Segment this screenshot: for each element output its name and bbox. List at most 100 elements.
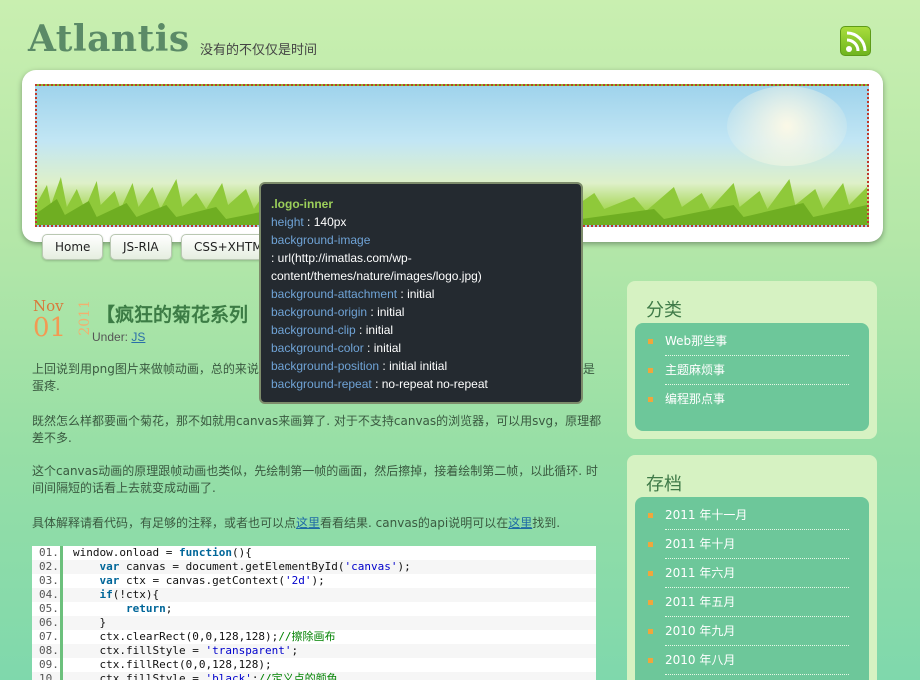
code-line: 04. if(!ctx){ xyxy=(32,588,596,602)
code-line: 03. var ctx = canvas.getContext('2d'); xyxy=(32,574,596,588)
result-link[interactable]: 这里 xyxy=(296,516,320,530)
api-doc-link[interactable]: 这里 xyxy=(508,516,532,530)
archive-item[interactable]: 2010 年九月 xyxy=(648,617,849,646)
category-item[interactable]: Web那些事 xyxy=(648,327,849,356)
tooltip-selector: .logo-inner xyxy=(271,197,333,211)
paragraph-4-text-a: 具体解释请看代码，有足够的注释，或者也可以点 xyxy=(32,516,297,530)
archive-label: 2010 年九月 xyxy=(665,624,736,638)
tooltip-row: background-position : initial initial xyxy=(271,359,448,373)
tooltip-value: initial xyxy=(377,305,405,319)
code-line-number: 05. xyxy=(32,602,63,616)
tooltip-row: background-repeat : no-repeat no-repeat xyxy=(271,377,488,391)
archive-label: 2011 年五月 xyxy=(665,595,736,609)
bullet-icon xyxy=(648,600,653,605)
category-label: 主题麻烦事 xyxy=(665,363,726,377)
code-line-source: var ctx = canvas.getContext('2d'); xyxy=(99,574,325,587)
code-line: 02. var canvas = document.getElementById… xyxy=(32,560,596,574)
code-block: 01. window.onload = function(){02. var ca… xyxy=(32,546,596,680)
tooltip-value: initial xyxy=(407,287,435,301)
post-paragraph-4: 具体解释请看代码，有足够的注释，或者也可以点这里看看结果. canvas的api… xyxy=(32,515,604,532)
archives-title: 存档 xyxy=(646,474,682,495)
tooltip-property: height xyxy=(271,215,304,229)
categories-list: Web那些事 主题麻烦事 编程那点事 xyxy=(635,323,869,431)
archive-label: 2011 年十月 xyxy=(665,537,736,551)
tooltip-value: initial xyxy=(365,323,394,337)
post-category-link[interactable]: JS xyxy=(131,330,145,344)
tooltip-row: : url(http://imatlas.com/wp- xyxy=(271,251,412,265)
category-item[interactable]: 编程那点事 xyxy=(648,385,849,414)
tooltip-row: background-image xyxy=(271,231,571,249)
bullet-icon xyxy=(648,339,653,344)
tooltip-value: 140px xyxy=(313,215,347,229)
inspector-tooltip: .logo-inner height : 140px background-ima… xyxy=(259,182,583,404)
code-line-number: 06. xyxy=(32,616,63,630)
bullet-icon xyxy=(648,629,653,634)
archive-item[interactable]: 2011 年十月 xyxy=(648,530,849,559)
code-line-number: 10. xyxy=(32,672,63,680)
archive-item[interactable]: 2010 年八月 xyxy=(648,646,849,675)
archive-item[interactable]: 2011 年六月 xyxy=(648,559,849,588)
code-line: 08. ctx.fillStyle = 'transparent'; xyxy=(32,644,596,658)
tooltip-property: background-origin xyxy=(271,305,368,319)
paragraph-4-text-b: 看看结果. canvas的api说明可以在 xyxy=(320,516,509,530)
tooltip-value: url(http://imatlas.com/wp- xyxy=(277,251,412,265)
bullet-icon xyxy=(648,542,653,547)
archive-label: 2011 年六月 xyxy=(665,566,736,580)
archive-label: 2010 年八月 xyxy=(665,653,736,667)
bullet-icon xyxy=(648,658,653,663)
tooltip-value: initial initial xyxy=(389,359,448,373)
category-label: Web那些事 xyxy=(665,334,728,348)
bullet-icon xyxy=(648,513,653,518)
code-line-number: 01. xyxy=(32,546,63,560)
code-line-number: 04. xyxy=(32,588,63,602)
code-line-number: 07. xyxy=(32,630,63,644)
code-line-number: 08. xyxy=(32,644,63,658)
archive-item[interactable]: 2011 年十一月 xyxy=(648,501,849,530)
tooltip-value: no-repeat no-repeat xyxy=(381,377,488,391)
sidebar-categories-widget: 分类 Web那些事 主题麻烦事 编程那点事 xyxy=(627,281,877,439)
banner-sun-glow xyxy=(727,86,847,166)
post-date-year: 2011 xyxy=(77,300,93,336)
tooltip-row: background-attachment : initial xyxy=(271,287,435,301)
tooltip-property: background-color xyxy=(271,341,364,355)
code-line-number: 09. xyxy=(32,658,63,672)
nav-home-button[interactable]: Home xyxy=(42,234,104,260)
tooltip-row: height : 140px xyxy=(271,215,347,229)
bullet-icon xyxy=(648,368,653,373)
code-line: 06. } xyxy=(32,616,596,630)
tooltip-property: background-attachment xyxy=(271,287,398,301)
tooltip-row: background-color : initial xyxy=(271,341,402,355)
tooltip-row: content/themes/nature/images/logo.jpg) xyxy=(271,267,571,285)
tooltip-property: background-clip xyxy=(271,323,356,337)
post-paragraph-2: 既然怎么样都要画个菊花，那不如就用canvas来画算了. 对于不支持canvas… xyxy=(32,414,602,445)
archive-label: 2011 年十一月 xyxy=(665,508,748,522)
bullet-icon xyxy=(648,571,653,576)
category-item[interactable]: 主题麻烦事 xyxy=(648,356,849,385)
code-line-source: ctx.fillRect(0,0,128,128); xyxy=(73,658,272,671)
code-line: 10. ctx.fillStyle = 'black';//定义点的颜色 xyxy=(32,672,596,680)
rss-icon[interactable] xyxy=(840,26,871,56)
code-line-number: 02. xyxy=(32,560,63,574)
tooltip-rows: height : 140px background-image : url(http… xyxy=(271,213,571,393)
code-line-source: return; xyxy=(125,602,173,615)
tooltip-value: initial xyxy=(373,341,402,355)
tooltip-value: content/themes/nature/images/logo.jpg) xyxy=(271,269,482,283)
code-line: 09. ctx.fillRect(0,0,128,128); xyxy=(32,658,596,672)
code-line-source: window.onload = function(){ xyxy=(73,546,252,559)
code-line-source: ctx.fillStyle = 'black';//定义点的颜色 xyxy=(73,672,338,680)
code-line-source: var canvas = document.getElementById('ca… xyxy=(99,560,411,573)
nav-js-ria-button[interactable]: JS-RIA xyxy=(110,234,172,260)
tooltip-row: background-clip : initial xyxy=(271,323,394,337)
post-category-line: Under: JS xyxy=(92,330,145,344)
archive-item[interactable]: 2011 年五月 xyxy=(648,588,849,617)
paragraph-4-text-c: 找到. xyxy=(532,516,561,530)
sidebar-archives-widget: 存档 2011 年十一月 2011 年十月 2011 年六月 2011 年五月 … xyxy=(627,455,877,680)
code-line-source: ctx.fillStyle = 'transparent'; xyxy=(73,644,299,657)
tooltip-property: background-position xyxy=(271,359,380,373)
code-line: 07. ctx.clearRect(0,0,128,128);//擦除画布 xyxy=(32,630,596,644)
post-title[interactable]: 【疯狂的菊花系列 xyxy=(96,300,248,327)
code-line: 01. window.onload = function(){ xyxy=(32,546,596,560)
tooltip-property: background-image xyxy=(271,233,371,247)
site-title[interactable]: Atlantis xyxy=(28,18,190,60)
under-label: Under: xyxy=(92,330,129,344)
